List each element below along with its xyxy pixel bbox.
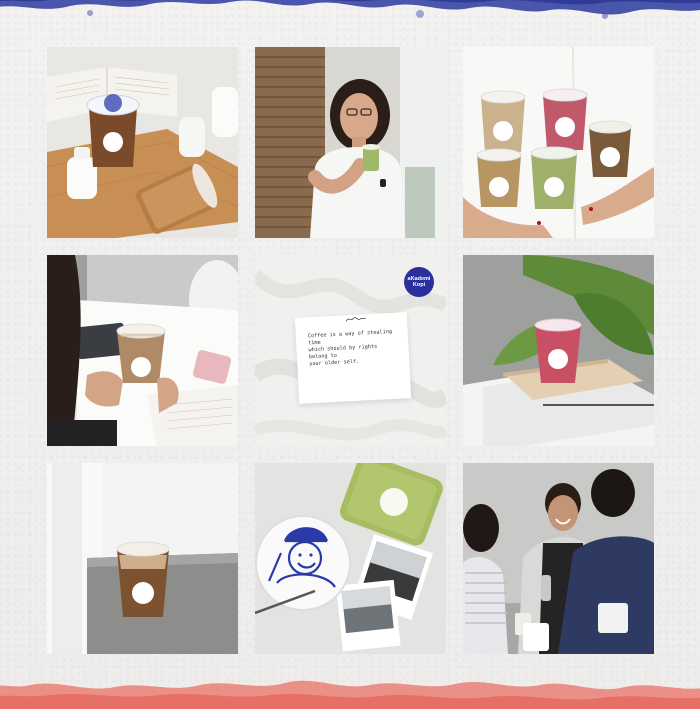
bottom-brush-stroke (0, 680, 700, 709)
photo-tile-8[interactable] (255, 463, 446, 654)
photo-tile-5[interactable]: aKademi Kopi Coffee is a way of stealing … (255, 255, 446, 446)
photo-tile-7[interactable] (47, 463, 238, 654)
photo-tile-9[interactable] (463, 463, 654, 654)
photo-grid: aKademi Kopi Coffee is a way of stealing … (47, 47, 654, 654)
photo-tile-4[interactable] (47, 255, 238, 446)
akademi-kopi-logo-badge: aKademi Kopi (404, 267, 434, 297)
photo-tile-2[interactable] (255, 47, 446, 238)
photo-tile-6[interactable] (463, 255, 654, 446)
badge-line2: Kopi (412, 282, 426, 288)
photo-tile-3[interactable] (463, 47, 654, 238)
signature-squiggle (345, 317, 366, 322)
top-brush-stroke (0, 0, 700, 19)
photo-tile-1[interactable] (47, 47, 238, 238)
quote-card: Coffee is a way of stealing time which s… (294, 312, 412, 404)
